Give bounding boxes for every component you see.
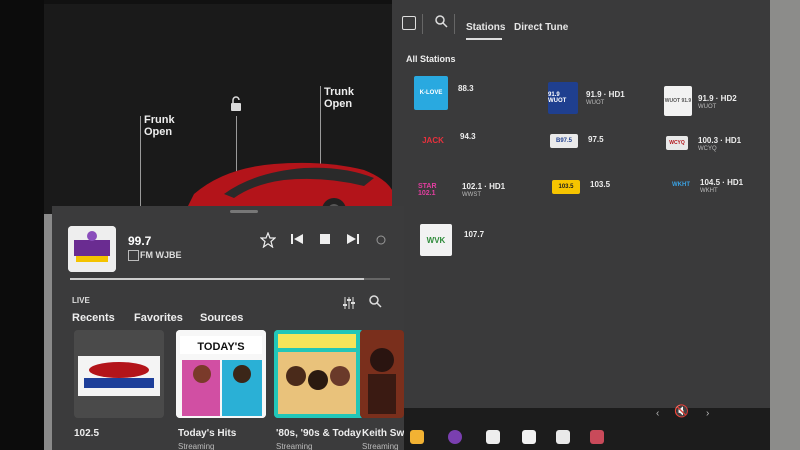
recent-art: [274, 330, 360, 418]
stop-icon[interactable]: [318, 232, 332, 251]
lock-icon[interactable]: [228, 96, 244, 117]
chevron-right-icon[interactable]: ›: [706, 408, 709, 419]
station-logo: WCYQ: [666, 136, 688, 150]
calendar-icon[interactable]: [556, 430, 570, 444]
drag-handle[interactable]: [230, 210, 258, 213]
recent-title: Today's Hits: [178, 428, 237, 439]
tab-favorites[interactable]: Favorites: [134, 312, 183, 324]
station-freq: 100.3 · HD1: [698, 136, 742, 145]
station-freq: 103.5: [590, 180, 611, 189]
radio-icon: [128, 250, 139, 261]
station-call: WUOT: [586, 100, 605, 106]
station-logo: K-LOVE: [414, 76, 448, 110]
station-freq: 102.1 · HD1: [462, 182, 506, 191]
station-logo: WUOT 91.9: [664, 86, 692, 116]
svg-text:TODAY'S: TODAY'S: [197, 341, 244, 353]
media-app-icon[interactable]: [448, 430, 462, 444]
station-freq: 94.3: [460, 132, 476, 141]
recent-title: 102.5: [74, 428, 100, 439]
divider: [422, 14, 423, 34]
recent-art: TODAY'S: [176, 330, 266, 418]
media-player-panel: 99.7 FM WJBE LIVE Recents Favorites Sour…: [52, 206, 410, 450]
station-logo: WVK: [420, 224, 452, 256]
search-icon[interactable]: [368, 294, 382, 313]
recent-subtitle: Streaming: [178, 442, 215, 450]
recent-tile[interactable]: TODAY'S: [176, 330, 266, 418]
frunk-line: [140, 116, 141, 216]
recent-subtitle: Streaming: [362, 442, 399, 450]
station-call: WWST: [462, 192, 481, 198]
bezel-right: [770, 0, 800, 450]
active-tab-indicator: [466, 38, 502, 40]
progress-fill: [70, 278, 365, 280]
trunk-open-button[interactable]: Trunk Open: [324, 86, 364, 110]
station-logo: B97.5: [550, 134, 578, 148]
tab-sources[interactable]: Sources: [200, 312, 243, 324]
now-playing-art: [68, 226, 116, 272]
screen: Frunk Open Trunk Open ⚡ Stations Direct …: [0, 0, 800, 450]
recent-title: Keith Swe: [362, 428, 410, 439]
previous-icon[interactable]: [290, 232, 304, 251]
station-freq: 104.5 · HD1: [700, 178, 744, 187]
more-apps-icon[interactable]: [486, 430, 500, 444]
station-logo: 91.9 WUOT: [548, 82, 578, 114]
progress-bar[interactable]: [70, 278, 390, 280]
section-title: All Stations: [406, 54, 456, 64]
recent-tile[interactable]: [360, 330, 404, 418]
station-freq: 91.9 · HD1: [586, 90, 625, 99]
recent-art: [74, 330, 164, 418]
app-icon[interactable]: [590, 430, 604, 444]
chevron-left-icon[interactable]: ‹: [656, 408, 659, 419]
station-logo: JACK: [416, 130, 450, 150]
app-icon[interactable]: [410, 430, 424, 444]
app-dock: [404, 408, 770, 450]
search-icon[interactable]: [434, 14, 448, 33]
bezel-left: [0, 0, 44, 450]
station-logo: 103.5: [552, 180, 580, 194]
stations-topbar: Stations Direct Tune: [392, 14, 770, 44]
favorite-star-icon[interactable]: [259, 231, 277, 253]
station-logo: STAR 102.1: [418, 176, 450, 204]
frunk-open-button[interactable]: Frunk Open: [144, 114, 184, 138]
station-freq: 107.7: [464, 230, 485, 239]
app-icon[interactable]: [522, 430, 536, 444]
tab-stations[interactable]: Stations: [466, 22, 505, 33]
tab-recents[interactable]: Recents: [72, 312, 115, 324]
station-freq: 97.5: [588, 135, 604, 144]
tab-direct-tune[interactable]: Direct Tune: [514, 22, 568, 33]
station-call: WUOT: [698, 104, 717, 110]
options-icon[interactable]: [376, 232, 386, 250]
recent-tile[interactable]: [274, 330, 364, 418]
live-label: LIVE: [72, 296, 90, 305]
car-visualization: Frunk Open Trunk Open ⚡: [44, 4, 426, 216]
recent-title: '80s, '90s & Today: [276, 428, 362, 439]
recent-art: [360, 330, 404, 418]
station-freq: 88.3: [458, 84, 474, 93]
recent-tile[interactable]: [74, 330, 164, 418]
station-freq: 91.9 · HD2: [698, 94, 737, 103]
car-image: [184, 162, 396, 214]
station-call: WKHT: [700, 188, 718, 194]
mute-icon[interactable]: 🔇: [674, 404, 689, 418]
stations-panel: Stations Direct Tune All Stations K-LOVE…: [392, 0, 770, 408]
recent-subtitle: Streaming: [276, 442, 313, 450]
divider: [454, 14, 455, 34]
station-logo: WKHT: [670, 178, 692, 192]
select-checkbox[interactable]: [402, 16, 416, 30]
equalizer-icon[interactable]: [342, 296, 356, 315]
now-playing-frequency: 99.7: [128, 234, 152, 248]
next-icon[interactable]: [346, 232, 360, 251]
station-call: WCYQ: [698, 146, 717, 152]
now-playing-station: FM WJBE: [140, 250, 182, 260]
